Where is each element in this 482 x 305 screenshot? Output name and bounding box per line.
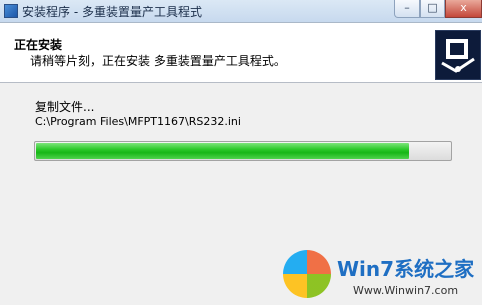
minimize-button[interactable]: – — [394, 0, 420, 18]
install-progress-bar — [34, 141, 452, 161]
page-subtitle: 请稍等片刻，正在安装 多重装置量产工具程式。 — [30, 54, 286, 68]
watermark-brand: Win7系统之家 — [337, 257, 475, 281]
setup-logo-icon — [435, 30, 481, 80]
title-bar: 安装程序 - 多重装置量产工具程式 – □ x — [0, 0, 482, 23]
progress-fill — [36, 143, 409, 159]
close-button[interactable]: x — [445, 0, 482, 18]
wizard-header: 正在安装 请稍等片刻，正在安装 多重装置量产工具程式。 — [0, 23, 482, 83]
page-title: 正在安装 — [14, 38, 63, 52]
watermark-url: Www.Winwin7.com — [353, 284, 459, 297]
windows-logo-icon — [283, 250, 331, 298]
current-file-path: C:\Program Files\MFPT1167\RS232.ini — [35, 115, 241, 128]
maximize-button[interactable]: □ — [420, 0, 445, 18]
window-title: 安装程序 - 多重装置量产工具程式 — [22, 5, 202, 19]
installer-app-icon — [4, 4, 18, 18]
status-text: 复制文件... — [35, 100, 95, 114]
